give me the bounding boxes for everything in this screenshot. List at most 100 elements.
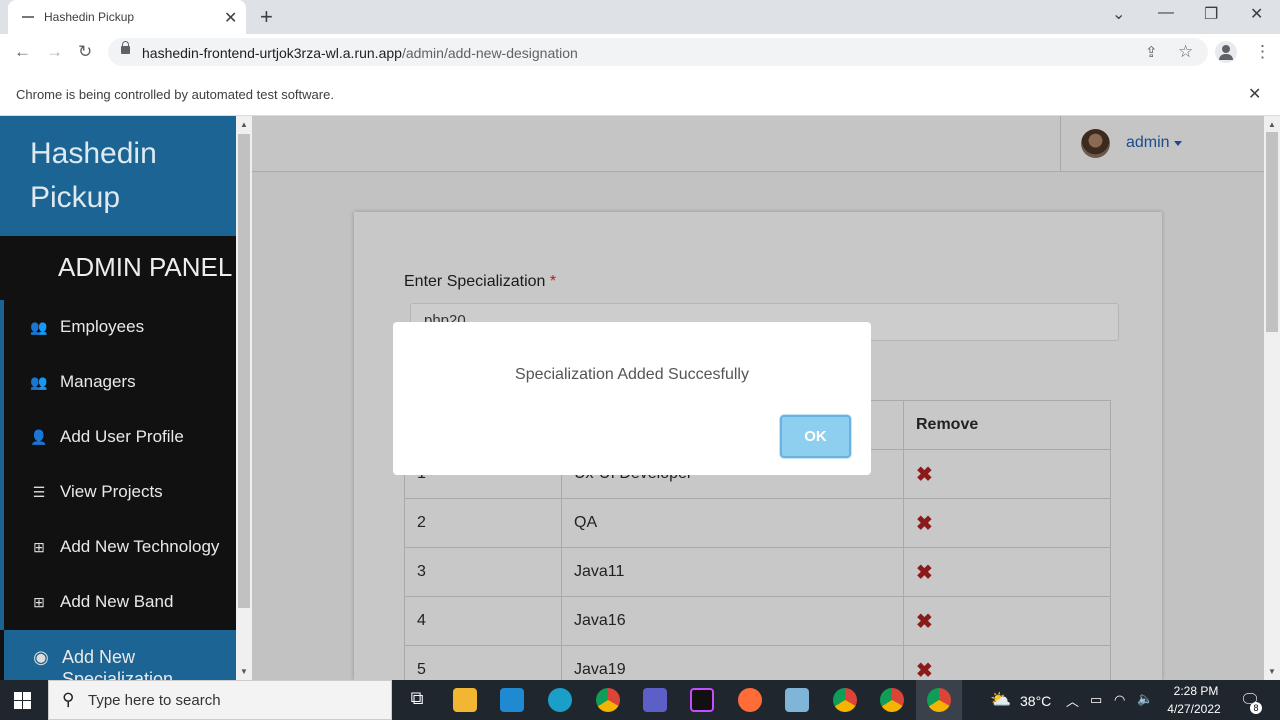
row-id: 4 <box>404 596 562 646</box>
sidebar-item-add-new-technology[interactable]: ⊞ Add New Technology <box>30 537 219 557</box>
sidebar-item-employees[interactable]: 👥 Employees <box>30 317 144 337</box>
taskbar-search-placeholder[interactable]: Type here to search <box>88 692 221 709</box>
user-menu-toggle[interactable]: admin <box>1126 134 1170 152</box>
intellij-icon[interactable] <box>690 688 714 712</box>
sidebar-scrollbar[interactable]: ▲ ▼ <box>236 116 252 680</box>
user-circle-icon: ◉ <box>33 647 49 667</box>
top-navbar <box>252 116 1264 172</box>
remove-header: Remove <box>903 400 1111 450</box>
profile-icon[interactable] <box>1215 41 1237 63</box>
postman-icon[interactable] <box>738 688 762 712</box>
notepad-icon[interactable] <box>785 688 809 712</box>
clock-date[interactable]: 4/27/2022 <box>1162 702 1226 716</box>
tab-favicon-icon <box>22 16 34 18</box>
specialization-label: Enter Specialization * <box>404 273 556 291</box>
microsoft-store-icon[interactable] <box>500 688 524 712</box>
battery-icon[interactable]: ▭ <box>1090 692 1102 708</box>
sidebar-item-add-user-profile[interactable]: 👤 Add User Profile <box>30 427 184 447</box>
back-button[interactable]: ← <box>14 42 31 62</box>
url-host: hashedin-frontend-urtjok3rza-wl.a.run.ap… <box>142 45 402 61</box>
table-row: 2 QA ✖ <box>404 498 1111 548</box>
infobar-text: Chrome is being controlled by automated … <box>16 87 334 102</box>
file-explorer-icon[interactable] <box>453 688 477 712</box>
search-icon: ⚲ <box>62 690 75 709</box>
tab-search-chevron-icon[interactable]: ⌄ <box>1112 4 1125 24</box>
remove-icon[interactable]: ✖ <box>916 562 933 584</box>
tray-chevron-icon[interactable]: ︿ <box>1066 691 1079 710</box>
chrome-icon[interactable] <box>596 688 620 712</box>
row-id: 3 <box>404 547 562 597</box>
tab-title: Hashedin Pickup <box>44 10 135 24</box>
sidebar-item-add-new-band[interactable]: ⊞ Add New Band <box>30 592 173 612</box>
sidebar-item-add-new-specialization-content[interactable]: ◉ Add New Specialization <box>32 646 232 680</box>
notification-count: 8 <box>1250 702 1262 714</box>
list-icon: ☰ <box>32 483 46 500</box>
volume-icon[interactable]: 🔈 <box>1137 691 1153 707</box>
ok-button[interactable]: OK <box>780 415 851 458</box>
plus-square-icon: ⊞ <box>33 538 45 555</box>
label-text: Enter Specialization <box>404 273 546 290</box>
sidebar-item-label: Add User Profile <box>60 427 184 446</box>
windows-start-icon[interactable] <box>14 692 31 709</box>
sidebar-item-label: Managers <box>60 372 136 391</box>
sidebar-accent-line <box>0 300 4 630</box>
page-scrollbar[interactable]: ▲ ▼ <box>1264 116 1280 680</box>
sidebar-item-managers[interactable]: 👥 Managers <box>30 372 136 392</box>
teams-icon[interactable] <box>643 688 667 712</box>
reload-button[interactable]: ↻ <box>78 42 92 62</box>
admin-panel-title: ADMIN PANEL <box>58 252 233 282</box>
forward-button[interactable]: → <box>46 42 63 62</box>
lock-icon[interactable] <box>121 41 130 54</box>
user-plus-icon: 👤 <box>30 428 48 445</box>
scroll-up-icon[interactable]: ▲ <box>1268 120 1276 129</box>
scrollbar-thumb[interactable] <box>1266 132 1278 332</box>
table-row: 4 Java16 ✖ <box>404 596 1111 646</box>
url-text[interactable]: hashedin-frontend-urtjok3rza-wl.a.run.ap… <box>142 45 578 61</box>
row-id: 2 <box>404 498 562 548</box>
clock-time[interactable]: 2:28 PM <box>1168 684 1224 698</box>
wifi-icon[interactable]: ◠ <box>1114 692 1125 708</box>
scroll-down-icon[interactable]: ▼ <box>240 667 248 676</box>
sidebar-item-label: Add New Technology <box>60 537 220 556</box>
edge-icon[interactable] <box>548 688 572 712</box>
tab-close-icon[interactable]: ✕ <box>224 8 237 28</box>
bookmark-star-icon[interactable]: ☆ <box>1178 42 1193 62</box>
remove-icon[interactable]: ✖ <box>916 513 933 535</box>
row-name: QA <box>561 498 904 548</box>
share-icon[interactable]: ⇪ <box>1145 43 1158 61</box>
scroll-down-icon[interactable]: ▼ <box>1268 667 1276 676</box>
navbar-divider <box>1060 116 1061 172</box>
weather-temp[interactable]: 38°C <box>1020 693 1051 709</box>
scroll-up-icon[interactable]: ▲ <box>240 120 248 129</box>
remove-icon[interactable]: ✖ <box>916 464 933 486</box>
minimize-button[interactable]: — <box>1158 4 1174 22</box>
users-icon: 👥 <box>30 373 48 390</box>
row-name: Java16 <box>561 596 904 646</box>
menu-kebab-icon[interactable]: ⋮ <box>1254 42 1271 62</box>
table-row: 3 Java11 ✖ <box>404 547 1111 597</box>
weather-icon[interactable]: ⛅ <box>990 690 1011 710</box>
caret-down-icon[interactable] <box>1174 141 1182 146</box>
new-tab-button[interactable]: + <box>260 4 273 30</box>
close-window-button[interactable]: ✕ <box>1250 4 1263 24</box>
plus-square-outline-icon: ⊞ <box>33 593 45 610</box>
url-path: /admin/add-new-designation <box>401 45 578 61</box>
infobar-close-icon[interactable]: ✕ <box>1248 84 1261 104</box>
task-view-icon[interactable]: ⧉ <box>405 688 429 712</box>
users-icon: 👥 <box>30 318 48 335</box>
chrome-icon[interactable] <box>880 688 904 712</box>
sidebar-item-label: Employees <box>60 317 145 336</box>
chrome-icon[interactable] <box>833 688 857 712</box>
brand-title[interactable]: Hashedin Pickup <box>30 132 220 220</box>
restore-button[interactable]: ❐ <box>1204 4 1218 24</box>
remove-icon[interactable]: ✖ <box>916 660 933 682</box>
sidebar-item-label: View Projects <box>60 482 163 501</box>
sidebar-item-view-projects[interactable]: ☰ View Projects <box>30 482 163 502</box>
row-name: Java11 <box>561 547 904 597</box>
scrollbar-thumb[interactable] <box>238 134 250 608</box>
avatar[interactable] <box>1081 129 1110 158</box>
required-mark: * <box>549 273 557 290</box>
sidebar-item-label: Add New Band <box>60 592 174 611</box>
chrome-icon[interactable] <box>927 688 951 712</box>
remove-icon[interactable]: ✖ <box>916 611 933 633</box>
